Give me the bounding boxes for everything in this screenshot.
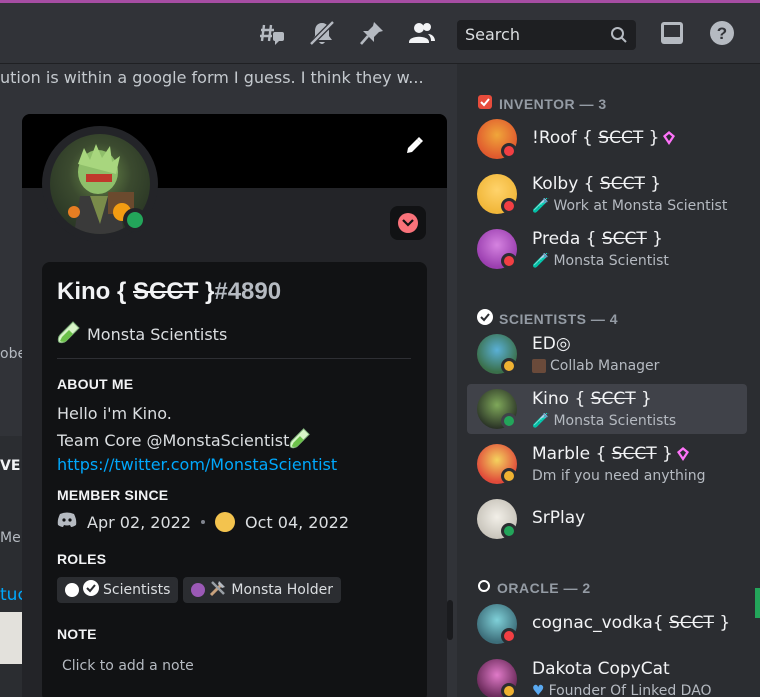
discriminator: #4890 [214, 278, 282, 305]
server-icon [215, 512, 236, 532]
svg-text:?: ? [717, 24, 727, 43]
edge-indicator [755, 588, 760, 618]
search-icon [610, 26, 628, 48]
chat-cut-text: VE [0, 458, 21, 474]
edit-profile-pencil-icon[interactable] [402, 134, 426, 158]
chat-image-thumb[interactable] [0, 612, 22, 664]
member-name: !Roof { SCCT } [532, 128, 676, 148]
member-activity: 🧪 Monsta Scientist [532, 253, 669, 269]
activity-icon [532, 359, 546, 373]
idle-status-icon [501, 683, 517, 697]
member-item-selected[interactable]: Kino { SCCT } 🧪 Monsta Scientists [467, 384, 747, 434]
profile-body: Kino { SCCT }#4890 Monsta Scientists ABO… [42, 262, 427, 697]
chevron-down-icon [398, 213, 418, 233]
search-box[interactable] [457, 20, 636, 50]
roles-list: Scientists Monsta Holder [57, 577, 341, 603]
dnd-status-icon [501, 143, 517, 159]
threads-icon[interactable] [258, 19, 286, 47]
test-tube-icon [57, 320, 81, 348]
member-item[interactable]: Dakota CopyCat ♥ Founder Of Linked DAO [467, 654, 747, 697]
roles-heading: ROLES [57, 551, 107, 567]
inbox-icon[interactable] [658, 19, 686, 47]
note-input[interactable]: Click to add a note [62, 658, 194, 674]
role-pill[interactable]: Scientists [57, 577, 179, 603]
member-name: Dakota CopyCat [532, 659, 670, 679]
member-group-header: SCIENTISTS — 4 [477, 309, 618, 328]
member-activity: Collab Manager [532, 358, 659, 374]
profile-username[interactable]: Kino { SCCT }#4890 [57, 278, 281, 306]
discord-logo-icon [57, 512, 77, 532]
inventor-badge-icon [477, 94, 493, 113]
member-group-header: INVENTOR — 3 [477, 94, 607, 113]
custom-status: Monsta Scientists [57, 320, 227, 348]
dnd-status-icon [501, 198, 517, 214]
role-color-dot [191, 583, 206, 597]
member-activity: 🧪 Work at Monsta Scientist [532, 198, 728, 214]
scrollbar-thumb[interactable] [447, 600, 453, 640]
chat-message-text: ution is within a google form I guess. I… [0, 68, 424, 87]
member-name: Kino { SCCT } [532, 389, 652, 409]
member-item[interactable]: Marble { SCCT } Dm if you need anything [467, 439, 747, 489]
member-since-heading: MEMBER SINCE [57, 487, 169, 503]
app-window: ? ution is within a google form I guess.… [0, 0, 760, 697]
test-tube-icon: 🧪 [532, 413, 550, 429]
member-list-icon[interactable] [408, 19, 436, 47]
member-activity: Dm if you need anything [532, 468, 706, 484]
idle-status-icon [501, 468, 517, 484]
member-item[interactable]: Kolby { SCCT } 🧪 Work at Monsta Scientist [467, 169, 747, 219]
boost-gem-icon [663, 131, 676, 145]
help-icon[interactable]: ? [708, 19, 736, 47]
member-name: Preda { SCCT } [532, 229, 664, 249]
member-item[interactable]: ED◎ Collab Manager [467, 329, 747, 379]
role-pill[interactable]: Monsta Holder [183, 577, 341, 603]
verified-badge-icon [477, 309, 493, 328]
member-list: INVENTOR — 3 !Roof { SCCT } Kolby { SCCT… [457, 64, 760, 697]
pin-icon[interactable] [358, 19, 386, 47]
test-tube-icon: 🧪 [532, 198, 550, 214]
tools-icon [209, 579, 227, 601]
member-since-row: Apr 02, 2022 Oct 04, 2022 [57, 512, 349, 532]
online-status-icon [501, 413, 517, 429]
nitro-badge-button[interactable] [390, 206, 426, 240]
member-name: ED◎ [532, 334, 571, 354]
member-item[interactable]: !Roof { SCCT } [467, 114, 747, 164]
member-name: Marble { SCCT } [532, 444, 689, 464]
mute-bell-icon[interactable] [308, 19, 336, 47]
member-name: Kolby { SCCT } [532, 174, 662, 194]
about-me-text: Hello i'm Kino. Team Core @MonstaScienti… [57, 404, 338, 474]
dnd-status-icon [501, 253, 517, 269]
note-heading: NOTE [57, 626, 97, 642]
boost-gem-icon [676, 447, 689, 461]
member-item[interactable]: cognac_vodka{ SCCT } [467, 599, 747, 649]
online-status-icon [127, 212, 143, 228]
dnd-status-icon [501, 628, 517, 644]
idle-status-icon [501, 358, 517, 374]
blue-heart-icon: ♥ [532, 683, 545, 697]
member-name: cognac_vodka{ SCCT } [532, 613, 731, 633]
test-tube-icon: 🧪 [532, 253, 550, 269]
member-item[interactable]: Preda { SCCT } 🧪 Monsta Scientist [467, 224, 747, 274]
twitter-link[interactable]: https://twitter.com/MonstaScientist [57, 455, 337, 474]
online-status-icon [501, 523, 517, 539]
about-me-heading: ABOUT ME [57, 376, 134, 392]
channel-header: ? [0, 0, 760, 64]
member-activity: 🧪 Monsta Scientists [532, 413, 677, 429]
member-name: SrPlay [532, 508, 586, 528]
member-item[interactable]: SrPlay [467, 494, 747, 544]
member-group-header: ORACLE — 2 [477, 579, 591, 596]
divider [57, 358, 411, 359]
test-tube-icon [290, 427, 311, 448]
user-profile-popout: Kino { SCCT }#4890 Monsta Scientists ABO… [22, 114, 447, 697]
role-color-dot [65, 583, 79, 597]
member-activity: ♥ Founder Of Linked DAO [532, 683, 712, 697]
ring-icon [477, 579, 491, 596]
verified-badge-icon [83, 580, 99, 600]
search-input[interactable] [465, 25, 605, 44]
